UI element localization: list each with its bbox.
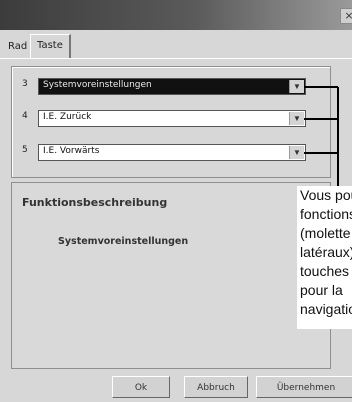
callout-line: Vous pouvez affecter des	[300, 187, 352, 203]
callout-line: latéraux) des	[300, 244, 352, 260]
callout-line: pour la	[300, 282, 343, 298]
callout-line: (molette et boutons	[300, 225, 352, 241]
callout-line: touches de la souris	[300, 263, 352, 279]
callout-line: navigation	[300, 301, 352, 317]
annotation-callout: Vous pouvez affecter des fonctions aux b…	[297, 186, 352, 329]
callout-line: fonctions aux boutons	[300, 206, 352, 222]
